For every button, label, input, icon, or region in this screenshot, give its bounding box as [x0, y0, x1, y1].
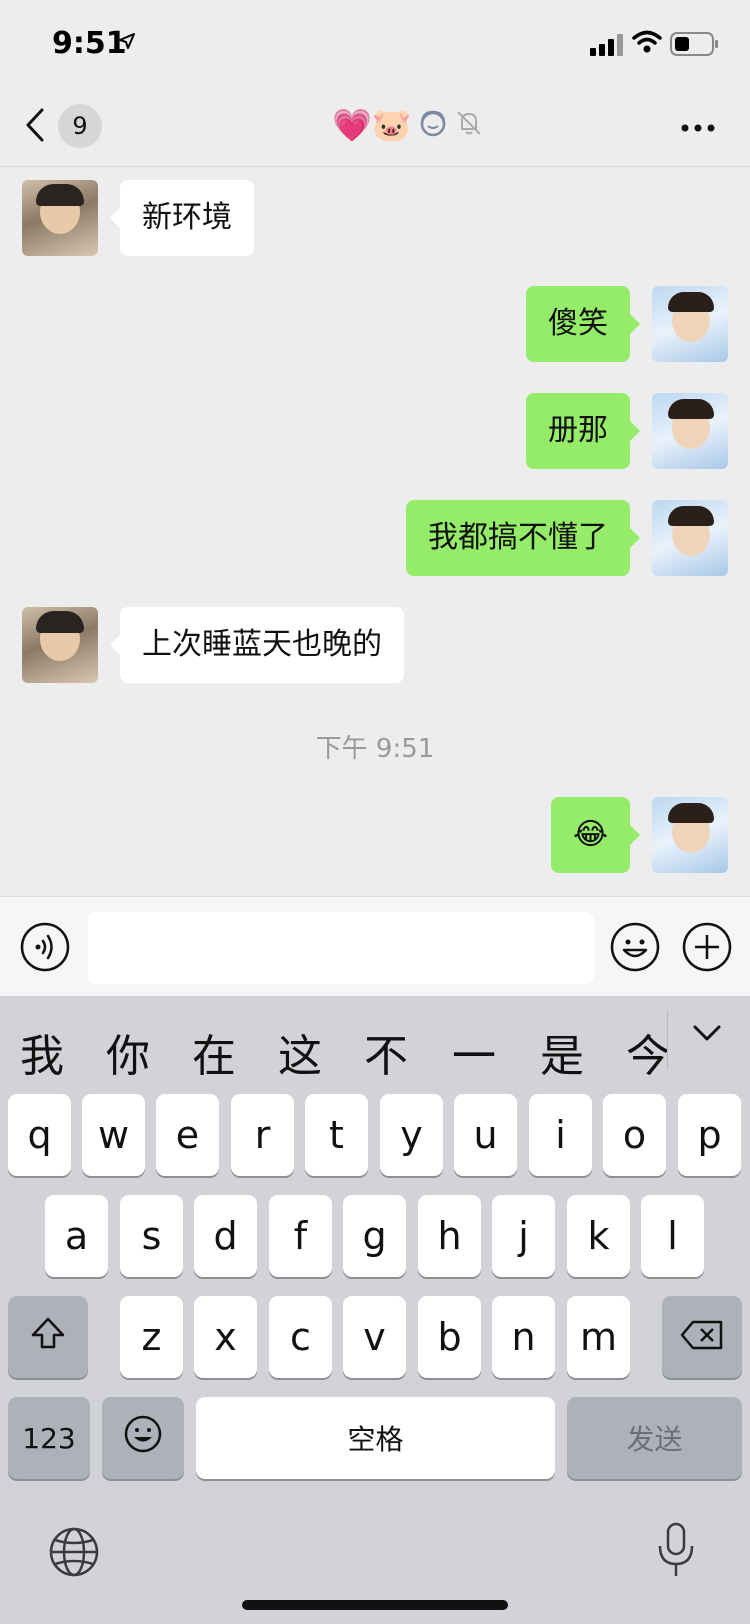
candidate-word[interactable]: 是: [540, 1020, 584, 1084]
key-i[interactable]: i: [529, 1094, 592, 1176]
my-avatar[interactable]: [652, 286, 728, 362]
dictation-button[interactable]: [656, 1522, 696, 1582]
candidate-word[interactable]: 你: [106, 1020, 150, 1084]
key-z[interactable]: z: [120, 1296, 183, 1378]
contact-avatar[interactable]: [22, 180, 98, 256]
candidate-word[interactable]: 不: [364, 1020, 408, 1084]
emoji-face-icon: [610, 922, 660, 976]
message-bubble-in[interactable]: 新环境: [110, 180, 254, 256]
status-time: 9:51: [52, 26, 127, 61]
muted-bell-icon: [454, 108, 484, 142]
more-functions-button[interactable]: [682, 922, 732, 976]
chevron-down-icon: [692, 1025, 722, 1046]
message-bubble-out[interactable]: 我都搞不懂了: [406, 500, 640, 576]
key-x[interactable]: x: [194, 1296, 257, 1378]
headset-icon: [416, 106, 450, 144]
voice-button[interactable]: [20, 922, 70, 976]
message-bubble-out[interactable]: 傻笑: [526, 286, 640, 362]
key-n[interactable]: n: [492, 1296, 555, 1378]
key-g[interactable]: g: [343, 1195, 406, 1277]
expand-candidates-button[interactable]: [692, 1024, 722, 1046]
emoji-key-icon: [123, 1414, 163, 1463]
delete-icon: [680, 1315, 724, 1359]
candidate-word[interactable]: 我: [20, 1020, 64, 1084]
more-button[interactable]: [680, 118, 716, 137]
home-indicator[interactable]: [242, 1600, 508, 1610]
candidate-word[interactable]: 这: [278, 1020, 322, 1084]
shift-icon: [30, 1315, 66, 1359]
key-d[interactable]: d: [194, 1195, 257, 1277]
emoji-key[interactable]: [102, 1397, 184, 1479]
plus-icon: [682, 922, 732, 976]
contact-avatar[interactable]: [22, 607, 98, 683]
location-arrow-icon: [118, 32, 136, 54]
candidate-word[interactable]: 在: [192, 1020, 236, 1084]
key-h[interactable]: h: [418, 1195, 481, 1277]
delete-key[interactable]: [662, 1296, 742, 1378]
key-s[interactable]: s: [120, 1195, 183, 1277]
key-q[interactable]: q: [8, 1094, 71, 1176]
emoji-button[interactable]: [610, 922, 660, 976]
message-bubble-out[interactable]: 😂: [550, 797, 641, 873]
title-emojis: 💗🐷: [332, 106, 412, 144]
key-u[interactable]: u: [454, 1094, 517, 1176]
battery-icon: [670, 32, 720, 60]
key-t[interactable]: t: [305, 1094, 368, 1176]
globe-icon: [48, 1527, 100, 1582]
message-bubble-out[interactable]: 册那: [526, 393, 640, 469]
key-p[interactable]: p: [678, 1094, 741, 1176]
space-key[interactable]: 空格: [196, 1397, 555, 1479]
candidate-divider: [667, 1010, 668, 1070]
send-key[interactable]: 发送: [567, 1397, 742, 1479]
key-b[interactable]: b: [418, 1296, 481, 1378]
voice-icon: [20, 922, 70, 976]
chat-title: 💗🐷: [332, 106, 484, 144]
key-j[interactable]: j: [492, 1195, 555, 1277]
message-bubble-in[interactable]: 上次睡蓝天也晚的: [110, 607, 404, 683]
message-timestamp: 下午 9:51: [315, 734, 435, 764]
chevron-left-icon: [24, 107, 46, 147]
candidate-word[interactable]: 一: [452, 1020, 496, 1084]
candidate-word[interactable]: 今: [626, 1020, 670, 1084]
key-c[interactable]: c: [269, 1296, 332, 1378]
key-v[interactable]: v: [343, 1296, 406, 1378]
cellular-signal-icon: [590, 34, 624, 60]
key-f[interactable]: f: [269, 1195, 332, 1277]
key-k[interactable]: k: [567, 1195, 630, 1277]
message-input[interactable]: [88, 912, 594, 984]
key-m[interactable]: m: [567, 1296, 630, 1378]
my-avatar[interactable]: [652, 393, 728, 469]
key-w[interactable]: w: [82, 1094, 145, 1176]
key-l[interactable]: l: [641, 1195, 704, 1277]
key-a[interactable]: a: [45, 1195, 108, 1277]
key-y[interactable]: y: [380, 1094, 443, 1176]
globe-button[interactable]: [48, 1526, 100, 1582]
my-avatar[interactable]: [652, 797, 728, 873]
key-e[interactable]: e: [156, 1094, 219, 1176]
key-o[interactable]: o: [603, 1094, 666, 1176]
numbers-key[interactable]: 123: [8, 1397, 90, 1479]
candidate-bar: 我 你 在 这 不 一 是 今: [0, 1000, 750, 1090]
wifi-icon: [632, 30, 662, 58]
microphone-icon: [656, 1522, 696, 1582]
key-r[interactable]: r: [231, 1094, 294, 1176]
shift-key[interactable]: [8, 1296, 88, 1378]
unread-count-badge[interactable]: 9: [58, 104, 102, 148]
my-avatar[interactable]: [652, 500, 728, 576]
more-dots-icon: [680, 118, 716, 137]
